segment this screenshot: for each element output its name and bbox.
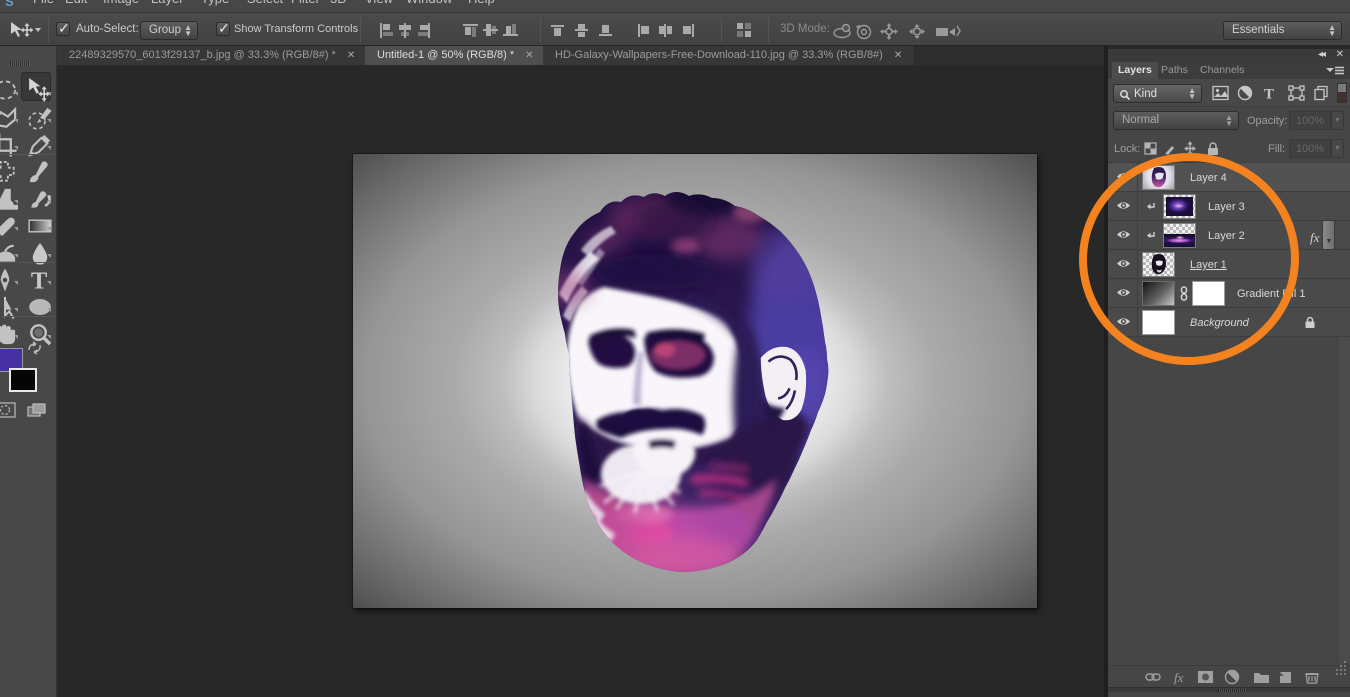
- svg-text:fx: fx: [1174, 670, 1184, 685]
- svg-text:S: S: [5, 0, 14, 9]
- svg-text:T: T: [1264, 87, 1274, 103]
